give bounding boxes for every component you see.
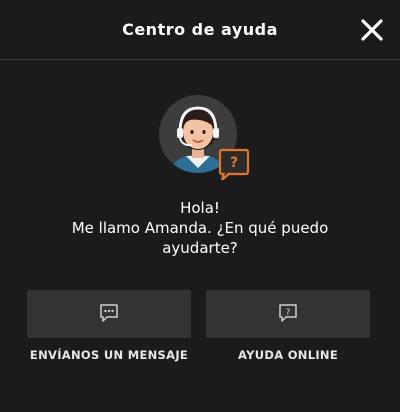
send-message-button[interactable] [27,290,191,338]
online-help-label[interactable]: AYUDA ONLINE [206,348,370,362]
help-center-header: Centro de ayuda [0,0,400,60]
svg-text:?: ? [286,308,291,318]
question-chat-icon: ? [218,148,250,182]
assistant-avatar: ? [158,94,254,182]
greeting-line-1: Hola! [180,199,220,217]
close-button[interactable] [360,18,384,42]
close-icon [361,19,383,41]
chat-message-icon [100,304,118,322]
support-agent-avatar: ? [159,95,250,182]
assistant-greeting: Hola! Me llamo Amanda. ¿En qué puedo ayu… [0,198,400,258]
send-message-label[interactable]: ENVÍANOS UN MENSAJE [27,348,191,362]
greeting-line-2: Me llamo Amanda. ¿En qué puedo [71,219,329,237]
online-help-button[interactable]: ? [206,290,370,338]
svg-text:?: ? [230,155,238,171]
help-question-icon: ? [279,304,297,322]
page-title: Centro de ayuda [122,20,278,39]
greeting-line-3: ayudarte? [162,239,238,257]
